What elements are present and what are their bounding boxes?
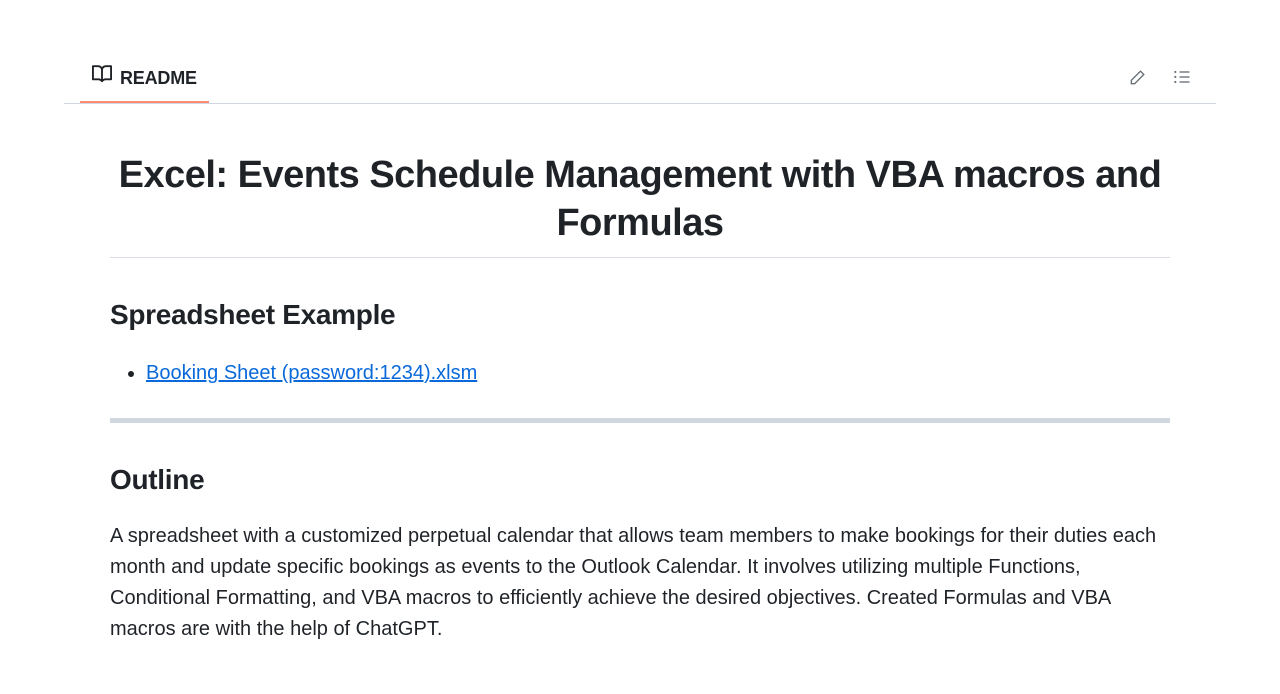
tab-readme[interactable]: README [80, 54, 209, 104]
page-title: Excel: Events Schedule Management with V… [110, 152, 1170, 258]
book-icon [92, 64, 112, 92]
outline-button[interactable] [1164, 61, 1200, 97]
booking-sheet-link[interactable]: Booking Sheet (password:1234).xlsm [146, 362, 477, 384]
outline-paragraph: A spreadsheet with a customized perpetua… [110, 521, 1170, 645]
list-item: Booking Sheet (password:1234).xlsm [146, 356, 1170, 390]
readme-content: Excel: Events Schedule Management with V… [0, 152, 1280, 645]
list-icon [1172, 67, 1192, 90]
tabs-right [1120, 61, 1200, 97]
page-container: README [0, 54, 1280, 694]
section-spreadsheet-example: Spreadsheet Example [110, 294, 1170, 336]
divider [110, 418, 1170, 423]
pencil-icon [1128, 67, 1148, 90]
tabs-left: README [80, 54, 209, 103]
section-outline: Outline [110, 459, 1170, 501]
tabs-bar: README [64, 54, 1216, 104]
tab-readme-label: README [120, 65, 197, 92]
edit-button[interactable] [1120, 61, 1156, 97]
file-list: Booking Sheet (password:1234).xlsm [110, 356, 1170, 390]
